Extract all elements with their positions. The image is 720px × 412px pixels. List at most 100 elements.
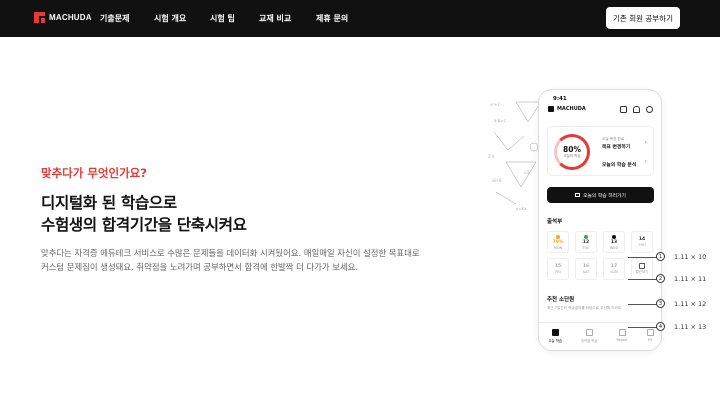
annotation-line bbox=[628, 304, 658, 305]
status-dot bbox=[612, 234, 616, 239]
annotation-line bbox=[628, 327, 658, 328]
tab-label: 오늘 학습 bbox=[548, 339, 562, 343]
start-study-button[interactable]: 오늘의 학습 하러가기 bbox=[547, 187, 654, 203]
day-number: 15 bbox=[554, 264, 562, 269]
annotation-item: 3 1.11 × 12 bbox=[656, 299, 706, 308]
attendance-day[interactable]: 17 SUN bbox=[603, 258, 625, 280]
annotation-number: 4 bbox=[656, 322, 665, 331]
day-label: SUN bbox=[610, 270, 618, 274]
annotation-item: 4 1.11 × 13 bbox=[656, 322, 706, 331]
daily-progress-card[interactable]: 80% 오늘의 학습 오늘 목표 완료 목표 변경하기 › 오늘의 학습 분석 … bbox=[547, 126, 654, 176]
start-study-label: 오늘의 학습 하러가기 bbox=[583, 193, 626, 199]
annotation-number: 2 bbox=[656, 274, 665, 283]
annotation-line bbox=[628, 279, 658, 280]
member-study-button[interactable]: 기존 회원 공부하기 bbox=[606, 7, 680, 29]
book-icon bbox=[575, 193, 581, 197]
day-number: 79% bbox=[552, 239, 564, 245]
tab-report[interactable]: Report bbox=[616, 329, 628, 350]
goal-small-text: 오늘 목표 완료 bbox=[602, 137, 625, 141]
day-label: FRI bbox=[555, 270, 561, 274]
svg-text:x²+2: x²+2 bbox=[490, 102, 500, 107]
attendance-day[interactable]: 79% MON bbox=[547, 231, 569, 253]
pencil-icon bbox=[646, 329, 654, 336]
math-sketch-decoration: x²+2 a·b=c Σ n √3 sin θ y=kx bbox=[488, 101, 542, 211]
day-number: 12 bbox=[582, 239, 590, 245]
phone-status-time: 9:41 bbox=[553, 96, 567, 102]
bell-icon[interactable] bbox=[633, 106, 640, 113]
annotation-item: 2 1.11 × 11 bbox=[656, 274, 706, 283]
tab-my[interactable]: MY bbox=[646, 329, 654, 350]
day-label: TUE bbox=[582, 245, 590, 250]
annotation-line bbox=[628, 257, 658, 258]
svg-text:y=kx: y=kx bbox=[516, 206, 527, 211]
svg-text:√3: √3 bbox=[524, 170, 530, 175]
day-label: SAT bbox=[582, 270, 590, 274]
nav-item-partnership[interactable]: 제휴 문의 bbox=[316, 13, 348, 24]
annotation-label: 1.11 × 13 bbox=[674, 322, 707, 331]
svg-text:Σ n: Σ n bbox=[488, 154, 495, 159]
top-navigation-bar: MACHUDA 기출문제 시험 개요 시험 팁 교재 비교 제휴 문의 기존 회… bbox=[0, 0, 720, 37]
annotation-label: 1.11 × 11 bbox=[674, 274, 707, 283]
hero-title: 디지털화 된 학습으로 수험생의 합격기간을 단축시켜요 bbox=[41, 192, 247, 236]
nav-item-exam-tips[interactable]: 시험 팁 bbox=[210, 13, 235, 24]
progress-percent: 80% bbox=[563, 145, 581, 154]
nav-item-exam-overview[interactable]: 시험 개요 bbox=[154, 13, 186, 24]
svg-text:a·b=c: a·b=c bbox=[494, 118, 506, 123]
tab-label: MY bbox=[647, 338, 653, 342]
attendance-day[interactable]: 13 WED bbox=[603, 231, 625, 253]
attendance-day[interactable]: 15 FRI bbox=[547, 258, 569, 280]
change-goal-link[interactable]: 목표 변경하기 bbox=[602, 143, 630, 150]
recommend-title: 추천 소단원 bbox=[547, 297, 575, 303]
annotation-number: 3 bbox=[656, 299, 665, 308]
brand-logo[interactable]: MACHUDA bbox=[34, 12, 92, 23]
user-icon[interactable] bbox=[646, 106, 653, 113]
daily-analysis-link[interactable]: 오늘의 학습 분석 bbox=[602, 161, 636, 168]
monthly-view-button[interactable]: 월간보기 bbox=[631, 258, 653, 280]
hero-desc-line-2: 커스텀 문제집이 생성돼요. 취약점을 노려가며 공부하면서 합격에 한발짝 더… bbox=[41, 262, 359, 272]
logo-icon bbox=[34, 12, 45, 23]
phone-app-logo: MACHUDA bbox=[548, 106, 586, 112]
tab-label: Report bbox=[616, 338, 628, 342]
hero-title-line-1: 디지털화 된 학습으로 bbox=[41, 194, 177, 212]
hero-desc-line-1: 맞추다는 자격증 에듀테크 서비스로 수많은 문제들을 데이터화 시켜뒀어요. … bbox=[41, 248, 420, 258]
calendar-icon bbox=[639, 263, 645, 269]
progress-ring: 80% 오늘의 학습 bbox=[554, 134, 590, 170]
annotation-label: 1.11 × 12 bbox=[674, 299, 707, 308]
phone-header-icons bbox=[620, 106, 653, 113]
logo-text: MACHUDA bbox=[49, 13, 92, 22]
nav-item-textbook-compare[interactable]: 교재 비교 bbox=[259, 13, 291, 24]
hero-description: 맞추다는 자격증 에듀테크 서비스로 수많은 문제들을 데이터화 시켜뒀어요. … bbox=[41, 246, 461, 274]
day-label: WED bbox=[609, 245, 619, 250]
annotation-number: 1 bbox=[656, 252, 665, 261]
day-label: THU bbox=[638, 243, 646, 247]
calendar-icon[interactable] bbox=[620, 106, 627, 113]
nav-item-past-exams[interactable]: 기출문제 bbox=[100, 13, 129, 24]
day-number: 14 bbox=[638, 237, 646, 242]
day-number: 16 bbox=[582, 264, 590, 269]
annotation-item: 1 1.11 × 10 bbox=[656, 252, 706, 261]
document-icon bbox=[585, 329, 593, 336]
phone-logo-text: MACHUDA bbox=[557, 106, 586, 112]
hero-title-line-2: 수험생의 합격기간을 단축시켜요 bbox=[41, 216, 247, 234]
hero-kicker: 맞추다가 무엇인가요? bbox=[41, 166, 147, 180]
attendance-day[interactable]: 12 TUE bbox=[575, 231, 597, 253]
monthly-view-label: 월간보기 bbox=[635, 270, 649, 274]
chevron-right-icon: › bbox=[644, 158, 647, 165]
tab-today-study[interactable]: 오늘 학습 bbox=[548, 329, 562, 350]
phone-mockup: 9:41 MACHUDA 80% 오늘의 학습 오늘 목표 완료 목표 변경하기… bbox=[538, 89, 662, 351]
svg-text:sin θ: sin θ bbox=[492, 178, 502, 183]
progress-caption: 오늘의 학습 bbox=[563, 154, 581, 158]
phone-logo-icon bbox=[548, 106, 554, 112]
tab-label: 취약점 학습 bbox=[580, 339, 598, 343]
day-number: 13 bbox=[610, 239, 618, 245]
day-label: MON bbox=[553, 245, 563, 250]
attendance-day[interactable]: 16 SAT bbox=[575, 258, 597, 280]
attendance-day[interactable]: 14 THU bbox=[631, 231, 653, 253]
annotation-label: 1.11 × 10 bbox=[674, 252, 707, 261]
tab-weakness-study[interactable]: 취약점 학습 bbox=[580, 329, 598, 350]
recommend-subtitle: 최근 7일간의 학습결과를 바탕으로 추천해 드려요 bbox=[547, 306, 622, 310]
chevron-right-icon: › bbox=[644, 139, 647, 146]
chart-icon bbox=[618, 329, 626, 336]
home-icon bbox=[551, 329, 559, 336]
attendance-title: 출석부 bbox=[547, 219, 563, 225]
